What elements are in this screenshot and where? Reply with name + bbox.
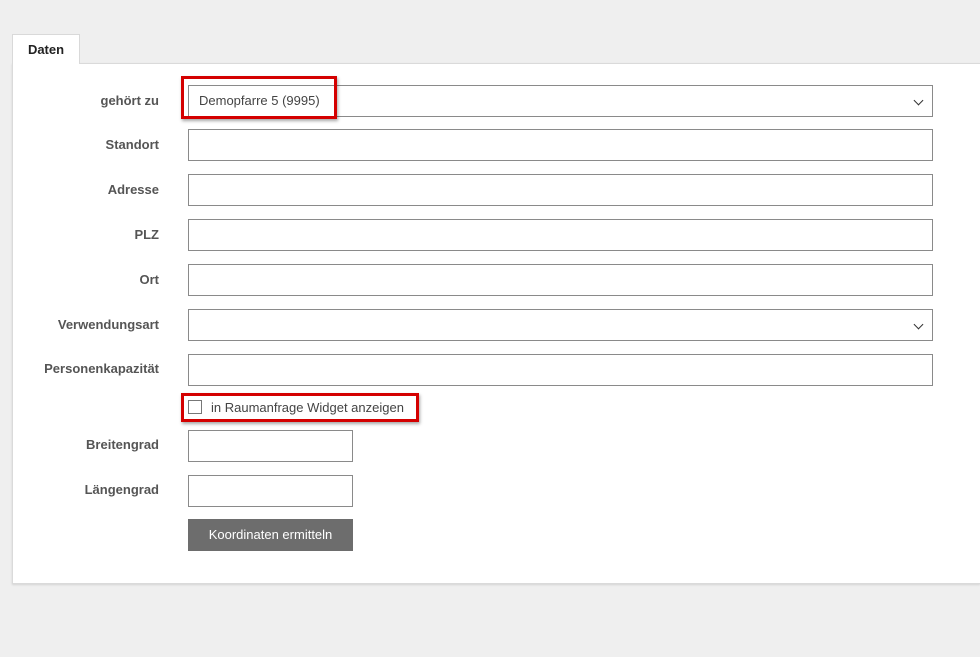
standort-label: Standort: [105, 137, 159, 152]
standort-input[interactable]: [188, 129, 933, 161]
adresse-input[interactable]: [188, 174, 933, 206]
laengengrad-label: Längengrad: [84, 482, 159, 497]
plz-input[interactable]: [188, 219, 933, 251]
personenkapazitaet-label: Personenkapazität: [44, 361, 159, 376]
personenkapazitaet-input[interactable]: [188, 354, 933, 386]
widget-checkbox-label[interactable]: in Raumanfrage Widget anzeigen: [211, 398, 404, 418]
gehoert-zu-label: gehört zu: [100, 93, 160, 108]
gehoert-zu-select[interactable]: Demopfarre 5 (9995): [188, 85, 933, 117]
breitengrad-input[interactable]: [188, 430, 353, 462]
koordinaten-ermitteln-button[interactable]: Koordinaten ermitteln: [188, 519, 353, 551]
chevron-down-icon: [913, 95, 924, 106]
widget-checkbox[interactable]: [188, 400, 202, 414]
laengengrad-input[interactable]: [188, 475, 353, 507]
adresse-label: Adresse: [107, 182, 159, 197]
ort-label: Ort: [139, 272, 160, 287]
chevron-down-icon: [913, 319, 924, 330]
verwendungsart-select[interactable]: [188, 309, 933, 341]
breitengrad-label: Breitengrad: [86, 437, 159, 452]
verwendungsart-label: Verwendungsart: [57, 317, 159, 332]
tab-daten[interactable]: Daten: [12, 34, 80, 64]
gehoert-zu-value: Demopfarre 5 (9995): [199, 93, 320, 108]
form-panel: gehört zu Demopfarre 5 (9995) Standort A…: [12, 63, 980, 584]
plz-label: PLZ: [134, 227, 159, 242]
ort-input[interactable]: [188, 264, 933, 296]
